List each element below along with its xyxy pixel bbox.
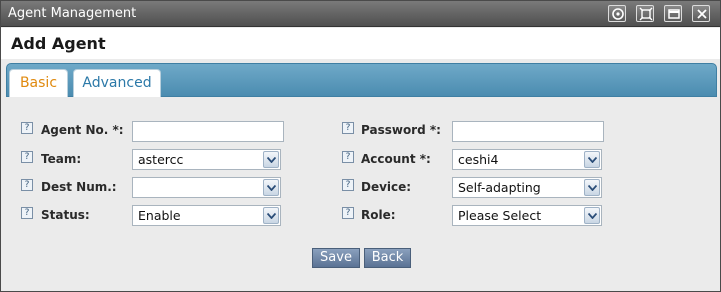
help-icon[interactable]: ? xyxy=(21,207,33,219)
device-select[interactable]: Self-adapting xyxy=(452,177,602,198)
tab-bar: Basic Advanced xyxy=(6,63,717,98)
help-icon[interactable]: ? xyxy=(21,122,33,134)
dest-num-select[interactable] xyxy=(132,177,281,198)
account-label: Account *: xyxy=(361,152,431,166)
team-value: astercc xyxy=(138,152,184,167)
device-value: Self-adapting xyxy=(458,180,541,195)
back-button[interactable]: Back xyxy=(364,248,411,268)
window-title: Agent Management xyxy=(8,6,137,21)
account-value: ceshi4 xyxy=(458,152,499,167)
restore-button[interactable] xyxy=(608,5,626,22)
help-icon[interactable]: ? xyxy=(342,207,354,219)
title-bar[interactable]: Agent Management xyxy=(1,1,720,27)
team-label: Team: xyxy=(41,152,82,166)
agent-management-window: Agent Management Add Agent Basic Advance… xyxy=(0,0,721,292)
role-select[interactable]: Please Select xyxy=(452,205,602,226)
close-button[interactable] xyxy=(692,5,710,22)
device-label: Device: xyxy=(361,180,412,194)
team-select[interactable]: astercc xyxy=(132,149,281,170)
help-icon[interactable]: ? xyxy=(342,179,354,191)
fit-button[interactable] xyxy=(636,5,654,22)
status-label: Status: xyxy=(41,208,90,222)
dropdown-arrow-icon xyxy=(584,179,600,196)
page-header: Add Agent xyxy=(1,28,720,59)
page-title: Add Agent xyxy=(11,34,106,53)
dropdown-arrow-icon xyxy=(584,207,600,224)
role-label: Role: xyxy=(361,208,396,222)
role-value: Please Select xyxy=(458,208,542,223)
dropdown-arrow-icon xyxy=(263,151,279,168)
help-icon[interactable]: ? xyxy=(21,179,33,191)
dest-num-label: Dest Num.: xyxy=(41,180,117,194)
agent-no-input[interactable] xyxy=(132,121,284,142)
status-value: Enable xyxy=(138,208,181,223)
tab-basic[interactable]: Basic xyxy=(9,69,68,98)
dropdown-arrow-icon xyxy=(263,179,279,196)
tab-advanced[interactable]: Advanced xyxy=(73,69,161,98)
password-input[interactable] xyxy=(452,121,604,142)
status-select[interactable]: Enable xyxy=(132,205,281,226)
save-button[interactable]: Save xyxy=(312,248,360,268)
help-icon[interactable]: ? xyxy=(21,151,33,163)
minimize-button[interactable] xyxy=(664,5,682,22)
account-select[interactable]: ceshi4 xyxy=(452,149,602,170)
dropdown-arrow-icon xyxy=(584,151,600,168)
help-icon[interactable]: ? xyxy=(342,151,354,163)
agent-no-label: Agent No. *: xyxy=(41,123,124,137)
dropdown-arrow-icon xyxy=(263,207,279,224)
help-icon[interactable]: ? xyxy=(342,122,354,134)
form-panel: ? Agent No. *: ? Team: astercc ? Dest Nu… xyxy=(6,97,717,287)
password-label: Password *: xyxy=(361,123,441,137)
